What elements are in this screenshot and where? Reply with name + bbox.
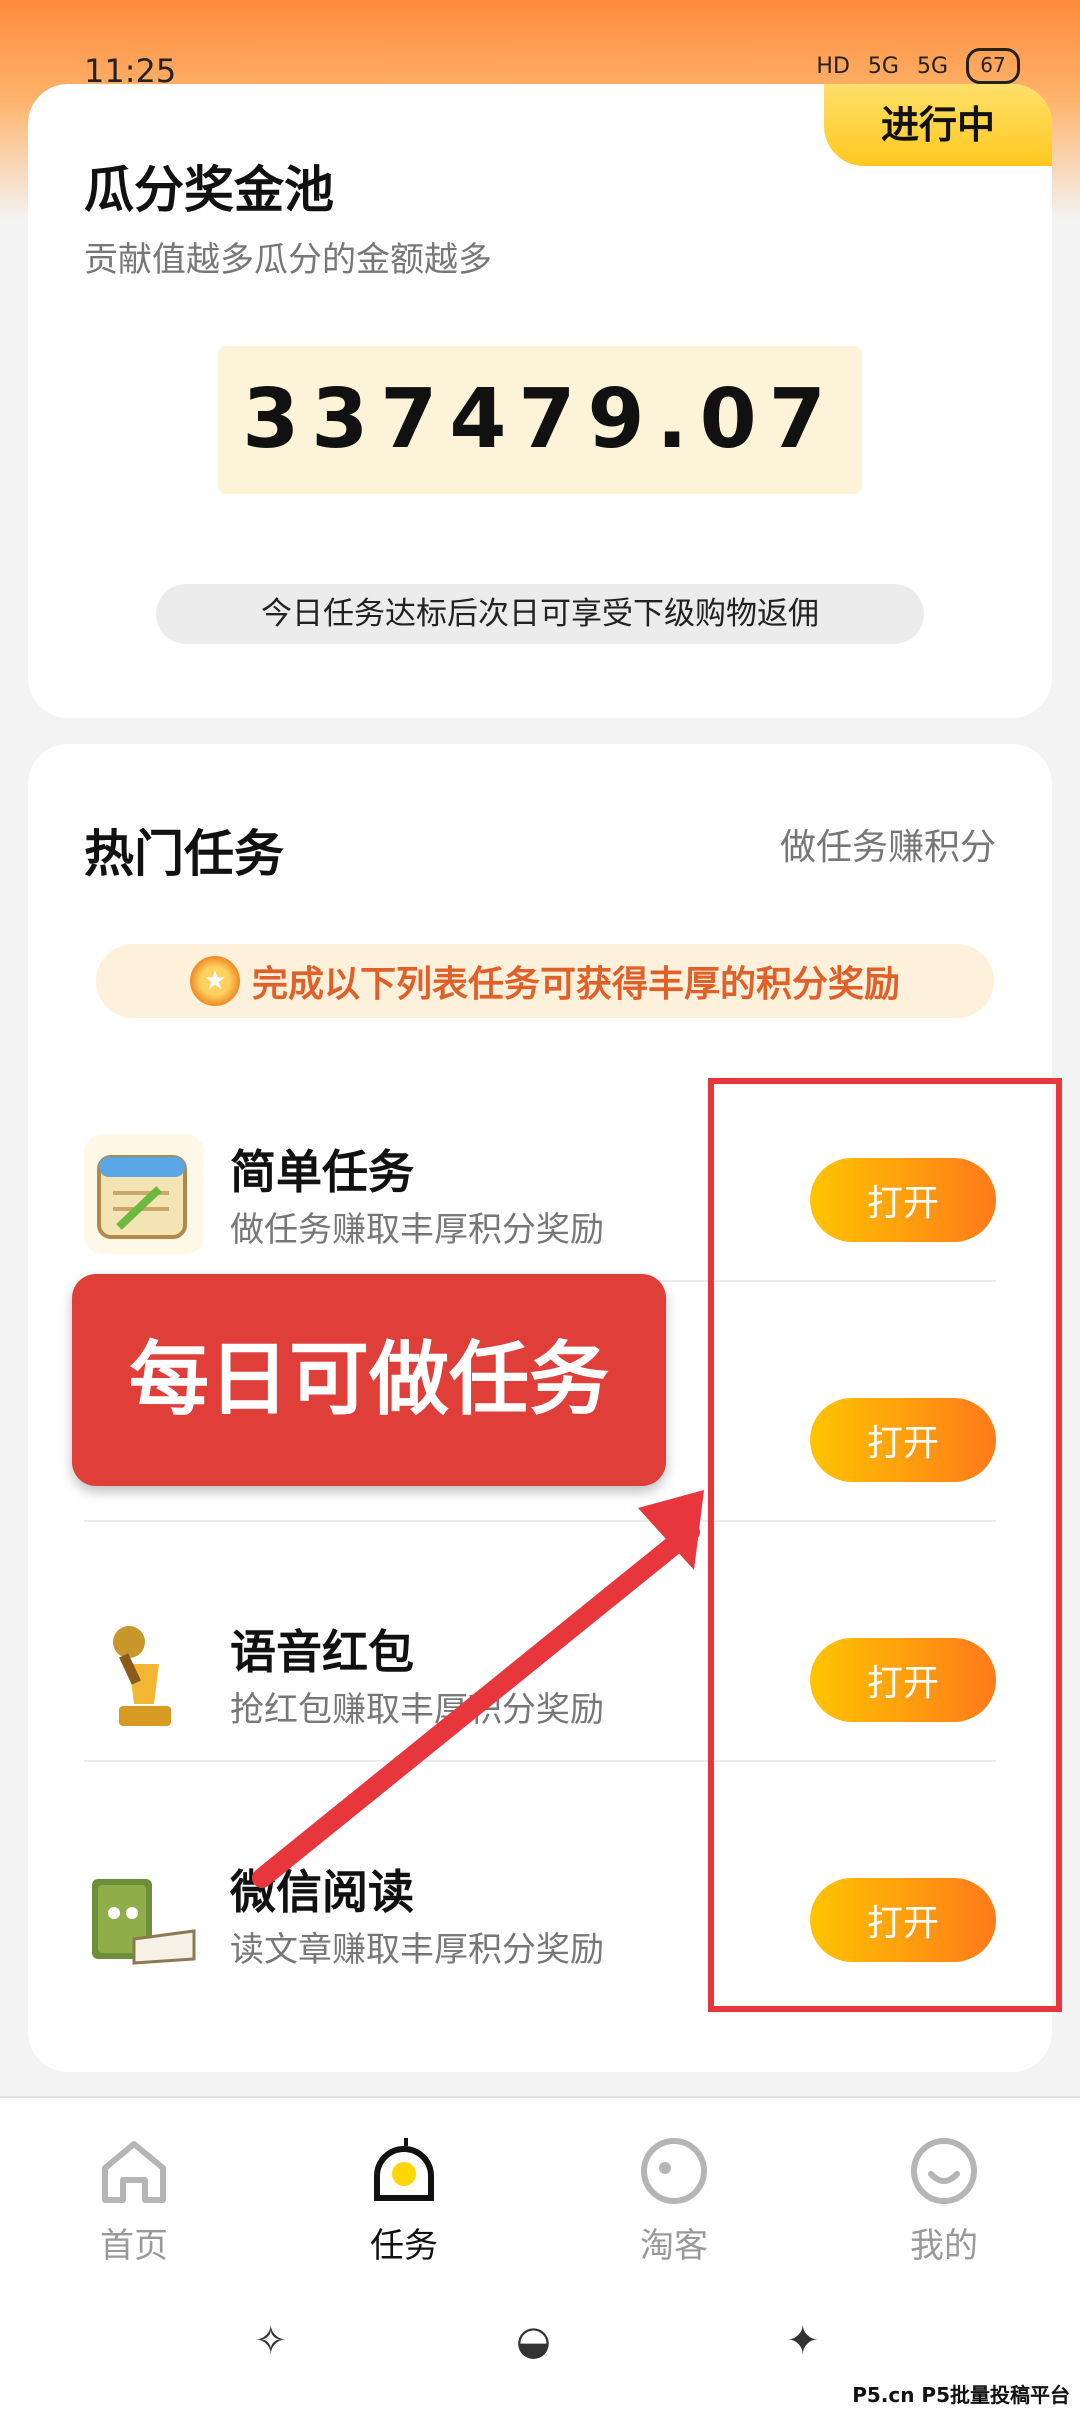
status-icons: HD 5G 5G 67 [816,48,1020,84]
pool-title: 瓜分奖金池 [84,161,334,219]
battery-icon: 67 [966,48,1020,84]
status-tag: 进行中 [824,84,1052,166]
nav-tasks[interactable]: 任务 [314,2134,494,2267]
nav-label: 淘客 [640,2226,708,2266]
nav-label: 首页 [100,2226,168,2266]
calendar-icon [84,1134,204,1254]
nav-label: 我的 [910,2226,978,2266]
task-description: 读文章赚取丰厚积分奖励 [230,1930,604,1970]
earn-points-link[interactable]: 做任务赚积分 [780,818,996,870]
ingot-home-icon[interactable]: ◒ [516,2318,551,2364]
trophy-microphone-icon [84,1614,204,1734]
medal-icon: ★ [189,956,240,1006]
nav-taoke[interactable]: 淘客 [584,2134,764,2267]
task-name: 简单任务 [230,1145,414,1199]
home-icon [102,2141,166,2203]
prize-pool-card: 进行中 瓜分奖金池 贡献值越多瓜分的金额越多 337479.07 今日任务达标后… [28,84,1052,718]
sparkle-back-icon[interactable]: ✧ [254,2318,288,2364]
pool-subtitle: 贡献值越多瓜分的金额越多 [84,240,492,280]
nav-profile[interactable]: 我的 [854,2134,1034,2267]
taoke-icon [641,2138,707,2204]
pool-amount: 337479.07 [218,346,862,494]
rebate-note: 今日任务达标后次日可享受下级购物返佣 [156,584,924,644]
task-name: 语音红包 [230,1625,414,1679]
signal-5g-icon: 5G [916,53,948,79]
task-name: 微信阅读 [230,1865,414,1919]
nav-home[interactable]: 首页 [44,2134,224,2267]
watermark: P5.cn P5批量投稿平台 [852,2383,1070,2407]
book-icon [84,1854,204,1974]
reward-banner: ★ 完成以下列表任务可获得丰厚的积分奖励 [96,944,994,1018]
daily-task-banner: 每日可做任务 [72,1274,666,1486]
highlight-box [708,1078,1062,2012]
hd-icon: HD [816,53,850,79]
bottom-nav: 首页 任务 淘客 我的 ✧ ◒ ✦ [0,2096,1080,2414]
task-icon [374,2138,434,2201]
section-title: 热门任务 [84,825,284,883]
task-description: 抢红包赚取丰厚积分奖励 [230,1690,604,1730]
profile-icon [911,2138,977,2204]
reward-banner-text: 完成以下列表任务可获得丰厚的积分奖励 [251,964,900,1005]
sparkle-recent-icon[interactable]: ✦ [786,2318,820,2364]
nav-label: 任务 [370,2226,438,2266]
task-description: 做任务赚取丰厚积分奖励 [230,1210,604,1250]
signal-5g-icon: 5G [867,53,899,79]
